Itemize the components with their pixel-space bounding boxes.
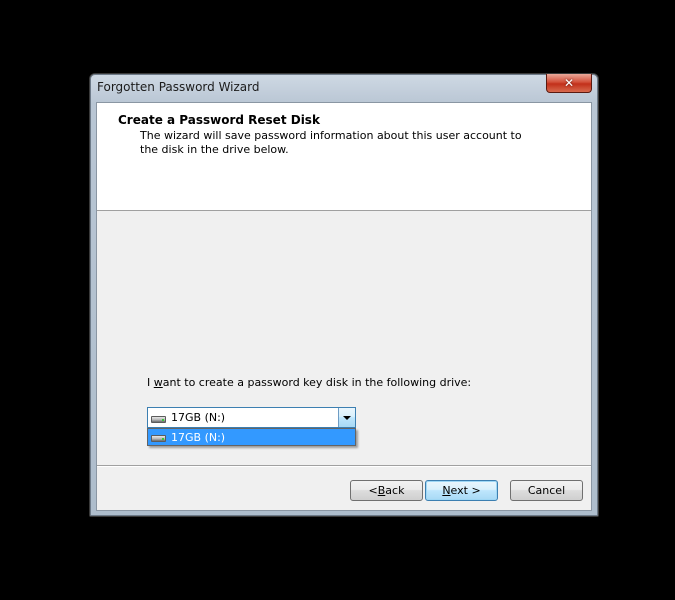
page-title: Create a Password Reset Disk bbox=[118, 113, 320, 127]
title-bar[interactable]: Forgotten Password Wizard ✕ bbox=[90, 74, 598, 101]
drive-select[interactable]: 17GB (N:) bbox=[147, 407, 356, 428]
drive-select-value[interactable]: 17GB (N:) bbox=[148, 408, 338, 427]
cancel-button[interactable]: Cancel bbox=[510, 480, 583, 501]
window-title: Forgotten Password Wizard bbox=[97, 80, 260, 94]
prompt-suffix: ant to create a password key disk in the… bbox=[162, 376, 472, 389]
wizard-client-area: Create a Password Reset Disk The wizard … bbox=[96, 102, 592, 511]
wizard-window: Forgotten Password Wizard ✕ Create a Pas… bbox=[89, 73, 599, 517]
next-mnemonic: N bbox=[442, 484, 451, 497]
chevron-down-icon bbox=[343, 415, 351, 420]
back-suffix: ack bbox=[385, 484, 405, 497]
drive-prompt-label: I want to create a password key disk in … bbox=[147, 376, 471, 389]
back-mnemonic: B bbox=[377, 484, 386, 497]
close-button[interactable]: ✕ bbox=[546, 74, 592, 93]
drive-icon bbox=[151, 435, 166, 442]
drive-option-text: 17GB (N:) bbox=[171, 430, 226, 444]
drive-select-dropdown-button[interactable] bbox=[338, 408, 355, 427]
back-button[interactable]: < Back bbox=[350, 480, 423, 501]
drive-option[interactable]: 17GB (N:) bbox=[148, 429, 355, 445]
page-description: The wizard will save password informatio… bbox=[140, 129, 522, 156]
prompt-prefix: I bbox=[147, 376, 154, 389]
next-suffix: ext > bbox=[450, 484, 481, 497]
back-prefix: < bbox=[368, 484, 378, 497]
drive-select-text: 17GB (N:) bbox=[171, 411, 226, 424]
drive-dropdown-list: 17GB (N:) bbox=[147, 428, 356, 446]
prompt-mnemonic: w bbox=[153, 376, 163, 389]
next-button[interactable]: Next > bbox=[425, 480, 498, 501]
footer-separator bbox=[97, 465, 591, 467]
close-icon: ✕ bbox=[563, 76, 575, 90]
drive-icon bbox=[151, 415, 166, 423]
wizard-header: Create a Password Reset Disk The wizard … bbox=[97, 103, 591, 211]
